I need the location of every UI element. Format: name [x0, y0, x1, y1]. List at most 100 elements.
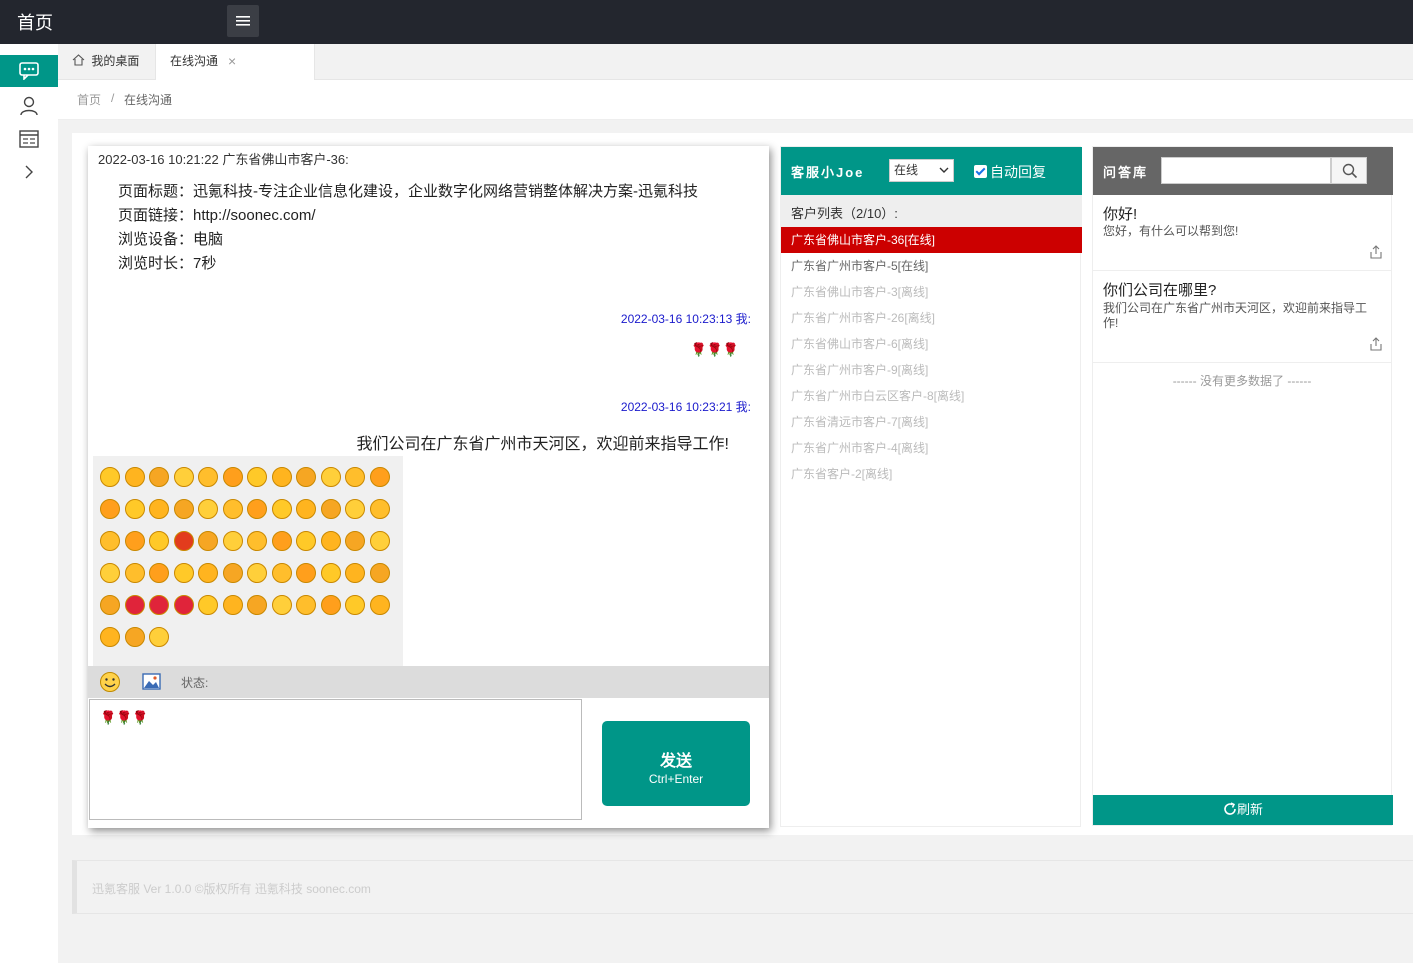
- send-button[interactable]: 发送 Ctrl+Enter: [602, 721, 750, 806]
- nav-expand[interactable]: [0, 157, 58, 189]
- emoji-option[interactable]: [369, 531, 390, 551]
- emoji-option[interactable]: [100, 627, 120, 647]
- emoji-option[interactable]: [198, 531, 218, 551]
- nav-chat[interactable]: [0, 55, 58, 87]
- emoji-option[interactable]: [369, 499, 390, 519]
- tab-desktop[interactable]: 我的桌面: [72, 44, 139, 80]
- emoji-option[interactable]: [100, 531, 120, 551]
- emoji-option[interactable]: [149, 595, 169, 615]
- emoji-option[interactable]: [149, 531, 169, 551]
- emoji-option[interactable]: [198, 467, 218, 487]
- emoji-option[interactable]: [271, 499, 292, 519]
- customer-list-item[interactable]: 广东省广州市客户-26[离线]: [781, 305, 1082, 331]
- emoji-option[interactable]: [173, 467, 194, 487]
- emoji-option[interactable]: [149, 563, 169, 583]
- emoji-option[interactable]: [124, 531, 145, 551]
- emoji-option[interactable]: [296, 499, 316, 519]
- auto-reply-checkbox[interactable]: 自动回复: [974, 162, 1046, 182]
- customer-list-item[interactable]: 广东省广州市白云区客户-8[离线]: [781, 383, 1082, 409]
- qa-search-button[interactable]: [1331, 157, 1367, 184]
- tab-close-icon[interactable]: ×: [228, 44, 236, 78]
- qa-answer: 我们公司在广东省广州市天河区，欢迎前来指导工作!: [1103, 301, 1368, 330]
- qa-item[interactable]: 你好! 您好，有什么可以帮到您!: [1093, 195, 1391, 271]
- emoji-option[interactable]: [271, 467, 292, 487]
- status-select[interactable]: 在线: [889, 159, 954, 182]
- emoji-option[interactable]: [173, 499, 194, 519]
- qa-search-input[interactable]: [1161, 157, 1331, 184]
- image-upload-icon[interactable]: [142, 672, 162, 692]
- emoji-option[interactable]: [345, 467, 365, 487]
- emoji-option[interactable]: [345, 531, 365, 551]
- breadcrumb-separator: /: [111, 91, 115, 105]
- emoji-option[interactable]: [320, 499, 341, 519]
- emoji-option[interactable]: [100, 467, 120, 487]
- emoji-option[interactable]: [296, 595, 316, 615]
- emoji-option[interactable]: [247, 531, 267, 551]
- emoji-option[interactable]: [320, 467, 341, 487]
- emoji-option[interactable]: [100, 563, 120, 583]
- emoji-option[interactable]: [296, 531, 316, 551]
- share-icon[interactable]: [1369, 245, 1383, 264]
- message-input[interactable]: 🌹🌹🌹: [89, 699, 582, 820]
- qa-item[interactable]: 你们公司在哪里? 我们公司在广东省广州市天河区，欢迎前来指导工作!: [1093, 271, 1391, 363]
- emoji-option[interactable]: [296, 467, 316, 487]
- emoji-option[interactable]: [222, 595, 243, 615]
- emoji-option[interactable]: [124, 499, 145, 519]
- share-icon[interactable]: [1369, 337, 1383, 356]
- chevron-right-icon: [25, 165, 33, 179]
- customer-list-item[interactable]: 广东省佛山市客户-6[离线]: [781, 331, 1082, 357]
- emoji-option[interactable]: [198, 595, 218, 615]
- customer-list-item[interactable]: 广东省佛山市客户-3[离线]: [781, 279, 1082, 305]
- emoji-option[interactable]: [149, 627, 169, 647]
- emoji-option[interactable]: [247, 467, 267, 487]
- emoji-option[interactable]: [222, 499, 243, 519]
- emoji-option[interactable]: [271, 595, 292, 615]
- emoji-option[interactable]: [124, 595, 145, 615]
- emoji-option[interactable]: [173, 563, 194, 583]
- nav-user[interactable]: [0, 89, 58, 121]
- emoji-option[interactable]: [198, 563, 218, 583]
- breadcrumb-home[interactable]: 首页: [77, 91, 101, 108]
- tab-chat[interactable]: 在线沟通 ×: [155, 44, 315, 80]
- emoji-option[interactable]: [149, 467, 169, 487]
- emoji-option[interactable]: [345, 563, 365, 583]
- emoji-option[interactable]: [222, 531, 243, 551]
- emoji-option[interactable]: [320, 531, 341, 551]
- menu-toggle-button[interactable]: [227, 5, 259, 37]
- emoji-option[interactable]: [173, 595, 194, 615]
- qa-title: 问答库: [1103, 165, 1149, 180]
- emoji-option[interactable]: [369, 467, 390, 487]
- emoji-option[interactable]: [296, 563, 316, 583]
- customer-list-item[interactable]: 广东省广州市客户-9[离线]: [781, 357, 1082, 383]
- emoji-option[interactable]: [345, 499, 365, 519]
- customer-list-item[interactable]: 广东省广州市客户-5[在线]: [781, 253, 1082, 279]
- emoji-option[interactable]: [124, 627, 145, 647]
- emoji-option[interactable]: [222, 563, 243, 583]
- emoji-option[interactable]: [222, 467, 243, 487]
- emoji-option[interactable]: [320, 563, 341, 583]
- emoji-option[interactable]: [247, 595, 267, 615]
- customer-list-item[interactable]: 广东省清远市客户-7[离线]: [781, 409, 1082, 435]
- emoji-option[interactable]: [320, 595, 341, 615]
- emoji-option[interactable]: [198, 499, 218, 519]
- emoji-option[interactable]: [247, 499, 267, 519]
- emoji-option[interactable]: [271, 563, 292, 583]
- emoji-option[interactable]: [173, 531, 194, 551]
- emoji-option[interactable]: [149, 499, 169, 519]
- customer-list-item[interactable]: 广东省佛山市客户-36[在线]: [781, 227, 1082, 253]
- refresh-button[interactable]: 刷新: [1093, 795, 1393, 825]
- emoji-option[interactable]: [369, 595, 390, 615]
- customer-list-item[interactable]: 广东省广州市客户-4[离线]: [781, 435, 1082, 461]
- customer-list-item[interactable]: 广东省客户-2[离线]: [781, 461, 1082, 487]
- app-title[interactable]: 首页: [17, 9, 53, 35]
- emoji-option[interactable]: [369, 563, 390, 583]
- emoji-option[interactable]: [124, 467, 145, 487]
- emoji-option[interactable]: [345, 595, 365, 615]
- emoji-option[interactable]: [124, 563, 145, 583]
- emoji-option[interactable]: [247, 563, 267, 583]
- emoji-option[interactable]: [271, 531, 292, 551]
- emoji-icon[interactable]: [99, 671, 121, 693]
- nav-list[interactable]: [0, 123, 58, 155]
- emoji-option[interactable]: [100, 499, 120, 519]
- emoji-option[interactable]: [100, 595, 120, 615]
